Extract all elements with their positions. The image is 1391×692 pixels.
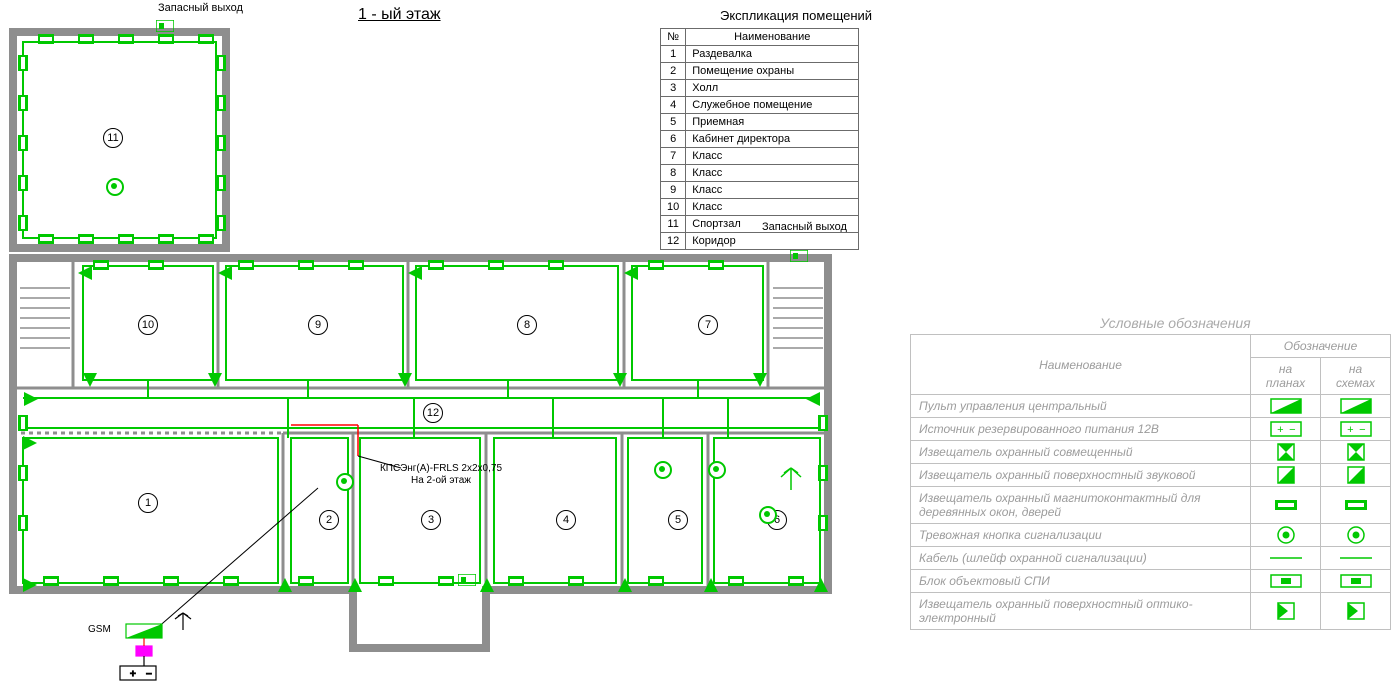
legend-row: Извещатель охранный поверхностный оптико… xyxy=(911,593,1391,630)
panel-icon xyxy=(1270,398,1302,414)
panel-icon xyxy=(1340,398,1372,414)
alarm-icon xyxy=(1347,526,1365,544)
legend-cell-scheme xyxy=(1321,418,1391,441)
legend-cell-name: Тревожная кнопка сигнализации xyxy=(911,524,1251,547)
room-number-3: 3 xyxy=(421,510,441,530)
cable-label: КПСЭнг(А)-FRLS 2х2х0,75 На 2-ой этаж xyxy=(366,463,516,487)
legend-cell-plan xyxy=(1251,487,1321,524)
magnet-icon xyxy=(1274,496,1298,514)
power-icon xyxy=(1340,421,1372,437)
room-number-12: 12 xyxy=(423,403,443,423)
page-root: 1 - ый этаж Запасный выход Запасный выхо… xyxy=(0,0,1391,692)
room-number-8: 8 xyxy=(517,315,537,335)
legend-col-sub2: на схемах xyxy=(1321,358,1391,395)
legend-row: Извещатель охранный магнитоконтактный дл… xyxy=(911,487,1391,524)
legend-row: Кабель (шлейф охранной сигнализации) xyxy=(911,547,1391,570)
legend-row: Блок объектовый СПИ xyxy=(911,570,1391,593)
alarm-button-icon xyxy=(708,461,726,479)
legend-cell-plan xyxy=(1251,547,1321,570)
legend-cell-name: Блок объектовый СПИ xyxy=(911,570,1251,593)
legend-cell-plan xyxy=(1251,441,1321,464)
legend-cell-scheme xyxy=(1321,570,1391,593)
legend-cell-scheme xyxy=(1321,593,1391,630)
cable-icon xyxy=(1340,550,1372,566)
svg-text:+: + xyxy=(130,669,136,680)
legend-cell-name: Кабель (шлейф охранной сигнализации) xyxy=(911,547,1251,570)
block-icon xyxy=(1340,572,1372,590)
sound-icon xyxy=(1277,466,1295,484)
legend-col-name: Наименование xyxy=(911,335,1251,395)
legend-row: Пульт управления центральный xyxy=(911,395,1391,418)
cable-label-line2: На 2-ой этаж xyxy=(366,475,516,487)
emergency-exit-left-label: Запасный выход xyxy=(158,2,243,14)
legend-cell-scheme xyxy=(1321,464,1391,487)
room-number-7: 7 xyxy=(698,315,718,335)
legend-table: Наименование Обозначение на планах на сх… xyxy=(910,334,1391,630)
legend-cell-name: Источник резервированного питания 12В xyxy=(911,418,1251,441)
legend-cell-scheme xyxy=(1321,441,1391,464)
room-number-11: 11 xyxy=(103,128,123,148)
room-number-1: 1 xyxy=(138,493,158,513)
legend-cell-scheme xyxy=(1321,395,1391,418)
combined-icon xyxy=(1277,443,1295,461)
legend-cell-scheme xyxy=(1321,547,1391,570)
optic-icon xyxy=(1347,602,1365,620)
legend-cell-plan xyxy=(1251,418,1321,441)
room-number-9: 9 xyxy=(308,315,328,335)
legend-row: Извещатель охранный поверхностный звуков… xyxy=(911,464,1391,487)
sound-icon xyxy=(1347,466,1365,484)
block-icon xyxy=(1270,572,1302,590)
legend-col-sym: Обозначение xyxy=(1251,335,1391,358)
legend-row: Извещатель охранный совмещенный xyxy=(911,441,1391,464)
legend-row: Источник резервированного питания 12В xyxy=(911,418,1391,441)
legend-cell-name: Извещатель охранный поверхностный оптико… xyxy=(911,593,1251,630)
legend-cell-scheme xyxy=(1321,524,1391,547)
legend-title: Условные обозначения xyxy=(1100,315,1251,331)
legend-cell-name: Извещатель охранный магнитоконтактный дл… xyxy=(911,487,1251,524)
legend-cell-plan xyxy=(1251,570,1321,593)
alarm-button-icon xyxy=(759,506,777,524)
legend-row: Тревожная кнопка сигнализации xyxy=(911,524,1391,547)
alarm-button-icon xyxy=(336,473,354,491)
room-number-2: 2 xyxy=(319,510,339,530)
optic-icon xyxy=(1277,602,1295,620)
legend-col-sub1: на планах xyxy=(1251,358,1321,395)
gsm-label: GSM xyxy=(88,624,111,635)
legend-cell-plan xyxy=(1251,395,1321,418)
cable-label-line1: КПСЭнг(А)-FRLS 2х2х0,75 xyxy=(366,463,516,475)
legend-cell-scheme xyxy=(1321,487,1391,524)
room-number-10: 10 xyxy=(138,315,158,335)
legend-cell-name: Извещатель охранный совмещенный xyxy=(911,441,1251,464)
legend-cell-plan xyxy=(1251,524,1321,547)
cable-icon xyxy=(1270,550,1302,566)
legend-cell-plan xyxy=(1251,593,1321,630)
alarm-button-icon xyxy=(106,178,124,196)
legend-cell-name: Извещатель охранный поверхностный звуков… xyxy=(911,464,1251,487)
svg-text:−: − xyxy=(146,669,152,680)
floor-plan: + − 111098712123456 КПСЭнг(А)-FRLS 2х2х0… xyxy=(8,18,838,683)
power-icon xyxy=(1270,421,1302,437)
alarm-icon xyxy=(1277,526,1295,544)
legend-cell-plan xyxy=(1251,464,1321,487)
legend-cell-name: Пульт управления центральный xyxy=(911,395,1251,418)
combined-icon xyxy=(1347,443,1365,461)
magnet-icon xyxy=(1344,496,1368,514)
room-number-4: 4 xyxy=(556,510,576,530)
room-number-5: 5 xyxy=(668,510,688,530)
alarm-button-icon xyxy=(654,461,672,479)
